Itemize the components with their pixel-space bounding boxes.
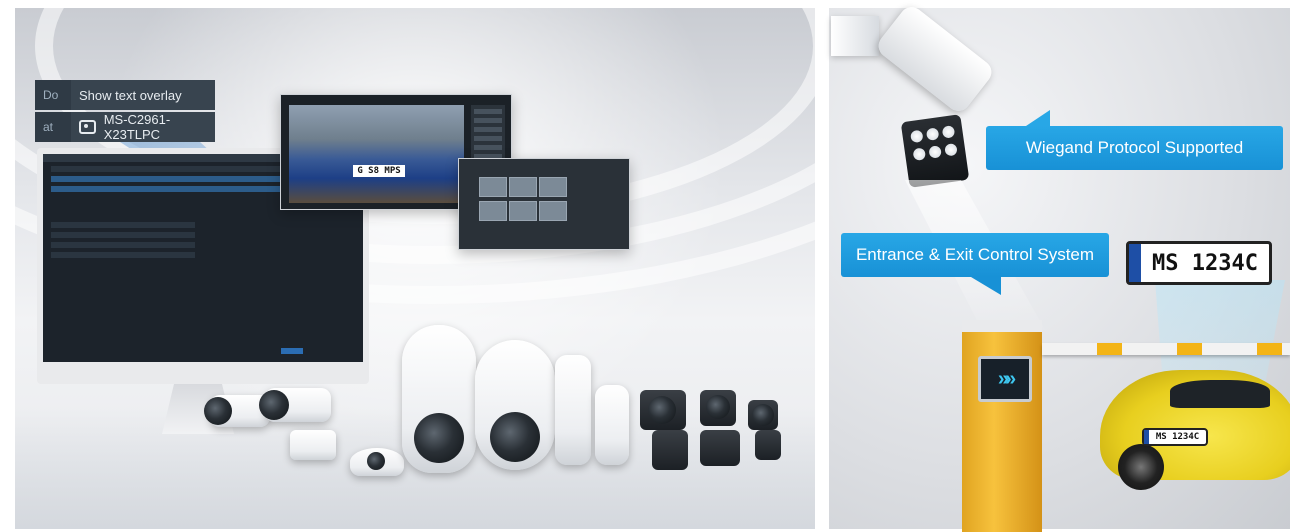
camera-icon xyxy=(79,120,96,134)
speed-dome-camera xyxy=(475,340,555,470)
thumbnail-window xyxy=(458,158,630,250)
bullet-camera xyxy=(555,355,591,465)
yellow-sports-car xyxy=(1100,370,1290,490)
thumbnail xyxy=(479,177,507,197)
supplement-light xyxy=(755,430,781,460)
bullet-ptz-camera xyxy=(259,388,331,422)
plate-text: MS 1234C xyxy=(1155,432,1200,442)
eu-band xyxy=(1129,244,1141,282)
lpr-camera xyxy=(640,390,686,430)
lpr-camera xyxy=(748,400,778,430)
overlay-device-cell: MS-C2961-X23TLPC xyxy=(71,112,215,142)
overlay-action-tag: Do Show text overlay xyxy=(35,80,215,110)
license-plate-small: MS 1234C xyxy=(1142,428,1208,446)
do-label: Do xyxy=(43,88,59,102)
table-row xyxy=(51,232,195,238)
monitor-ok-button xyxy=(281,348,303,354)
barrier-gate-cabinet xyxy=(962,320,1042,532)
dome-camera xyxy=(350,448,404,476)
plate-text: MS 1234C xyxy=(1152,250,1258,276)
at-label: at xyxy=(43,120,54,134)
wiegand-callout: Wiegand Protocol Supported xyxy=(986,110,1283,170)
plate-in-video: G S8 MPS xyxy=(353,165,405,177)
camera-wall-mount xyxy=(831,16,879,56)
table-row xyxy=(51,222,195,228)
car-wheel xyxy=(1118,444,1164,490)
thumbnail xyxy=(479,201,507,221)
thumbnail xyxy=(539,177,567,197)
table-row xyxy=(51,242,195,248)
supplement-light xyxy=(700,430,740,466)
barrier-arm xyxy=(1042,343,1290,355)
supplement-light xyxy=(900,114,970,188)
car-video-frame: G S8 MPS xyxy=(289,105,464,203)
lpr-camera xyxy=(700,390,736,426)
overlay-device-tag: at MS-C2961-X23TLPC xyxy=(35,112,215,142)
bullet-camera xyxy=(595,385,629,465)
thumbnail xyxy=(539,201,567,221)
ptz-base xyxy=(290,430,336,460)
car-windshield xyxy=(1170,380,1270,408)
overlay-device-name: MS-C2961-X23TLPC xyxy=(103,112,171,142)
thumbnail xyxy=(509,177,537,197)
table-row xyxy=(51,252,195,258)
speed-dome-camera xyxy=(402,325,476,473)
thumbnail xyxy=(509,201,537,221)
license-plate-large: MS 1234C xyxy=(1126,241,1272,285)
supplement-light xyxy=(652,430,688,470)
entrance-exit-callout: Entrance & Exit Control System xyxy=(841,233,1109,295)
barrier-display: »» xyxy=(978,356,1032,402)
overlay-action-text: Show text overlay xyxy=(71,80,215,110)
